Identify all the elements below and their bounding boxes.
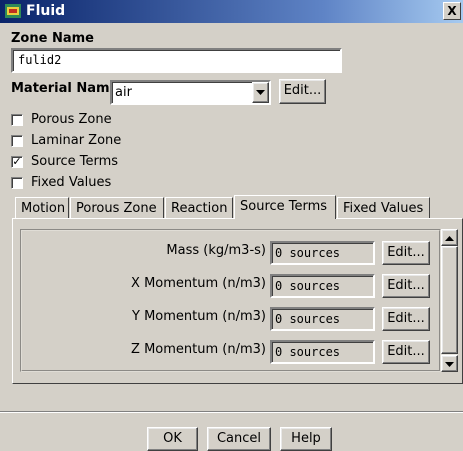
window-title: Fluid	[26, 3, 66, 19]
scroll-up-button[interactable]	[441, 229, 458, 246]
title-bar: Fluid X	[0, 0, 463, 23]
window-close-button[interactable]: X	[443, 2, 461, 20]
check-mark-icon: ✓	[12, 155, 22, 168]
checkbox-checked[interactable]: ✓	[11, 156, 23, 168]
tab-source-terms[interactable]: Source Terms	[234, 195, 336, 219]
material-name-label: Material Name	[11, 81, 119, 96]
chevron-down-icon	[256, 90, 265, 95]
scroll-down-button[interactable]	[441, 355, 458, 372]
checkbox-label: Porous Zone	[31, 112, 112, 127]
vertical-scrollbar[interactable]	[441, 229, 458, 372]
tab-reaction[interactable]: Reaction	[165, 197, 233, 219]
scroll-thumb[interactable]	[441, 246, 458, 354]
source-term-count-field: 0 sources	[270, 274, 375, 298]
checkbox[interactable]	[11, 135, 23, 147]
zone-name-label: Zone Name	[11, 31, 94, 46]
source-term-label: Mass (kg/m3-s)	[166, 243, 266, 258]
checkbox[interactable]	[11, 114, 23, 126]
source-term-edit-button[interactable]: Edit...	[382, 340, 430, 364]
source-term-label: Y Momentum (n/m3)	[132, 309, 266, 324]
source-term-count-field: 0 sources	[270, 340, 375, 364]
source-term-edit-button[interactable]: Edit...	[382, 241, 430, 265]
tab-porous-zone[interactable]: Porous Zone	[70, 197, 164, 219]
tab-fixed-values[interactable]: Fixed Values	[337, 197, 430, 219]
source-term-label: X Momentum (n/m3)	[131, 276, 266, 291]
material-select[interactable]: air	[110, 80, 271, 105]
material-edit-button[interactable]: Edit...	[279, 79, 326, 104]
source-term-count-field: 0 sources	[270, 307, 375, 331]
checkbox-label: Source Terms	[31, 154, 119, 169]
ok-button[interactable]: OK	[147, 427, 198, 451]
source-term-edit-button[interactable]: Edit...	[382, 307, 430, 331]
chevron-down-icon	[445, 362, 454, 367]
chevron-up-icon	[445, 236, 454, 241]
material-dropdown-button[interactable]	[252, 82, 269, 103]
cancel-button[interactable]: Cancel	[207, 427, 271, 451]
checkbox-label: Laminar Zone	[31, 133, 122, 148]
material-select-value: air	[115, 85, 132, 100]
source-term-edit-button[interactable]: Edit...	[382, 274, 430, 298]
source-term-label: Z Momentum (n/m3)	[131, 342, 266, 357]
zone-name-input[interactable]: fulid2	[11, 48, 342, 73]
checkbox[interactable]	[11, 177, 23, 189]
help-button[interactable]: Help	[280, 427, 332, 451]
tab-motion[interactable]: Motion	[15, 197, 69, 219]
checkbox-label: Fixed Values	[31, 175, 112, 190]
separator	[0, 411, 463, 413]
source-term-count-field: 0 sources	[270, 241, 375, 265]
fluent-app-icon	[5, 4, 21, 18]
